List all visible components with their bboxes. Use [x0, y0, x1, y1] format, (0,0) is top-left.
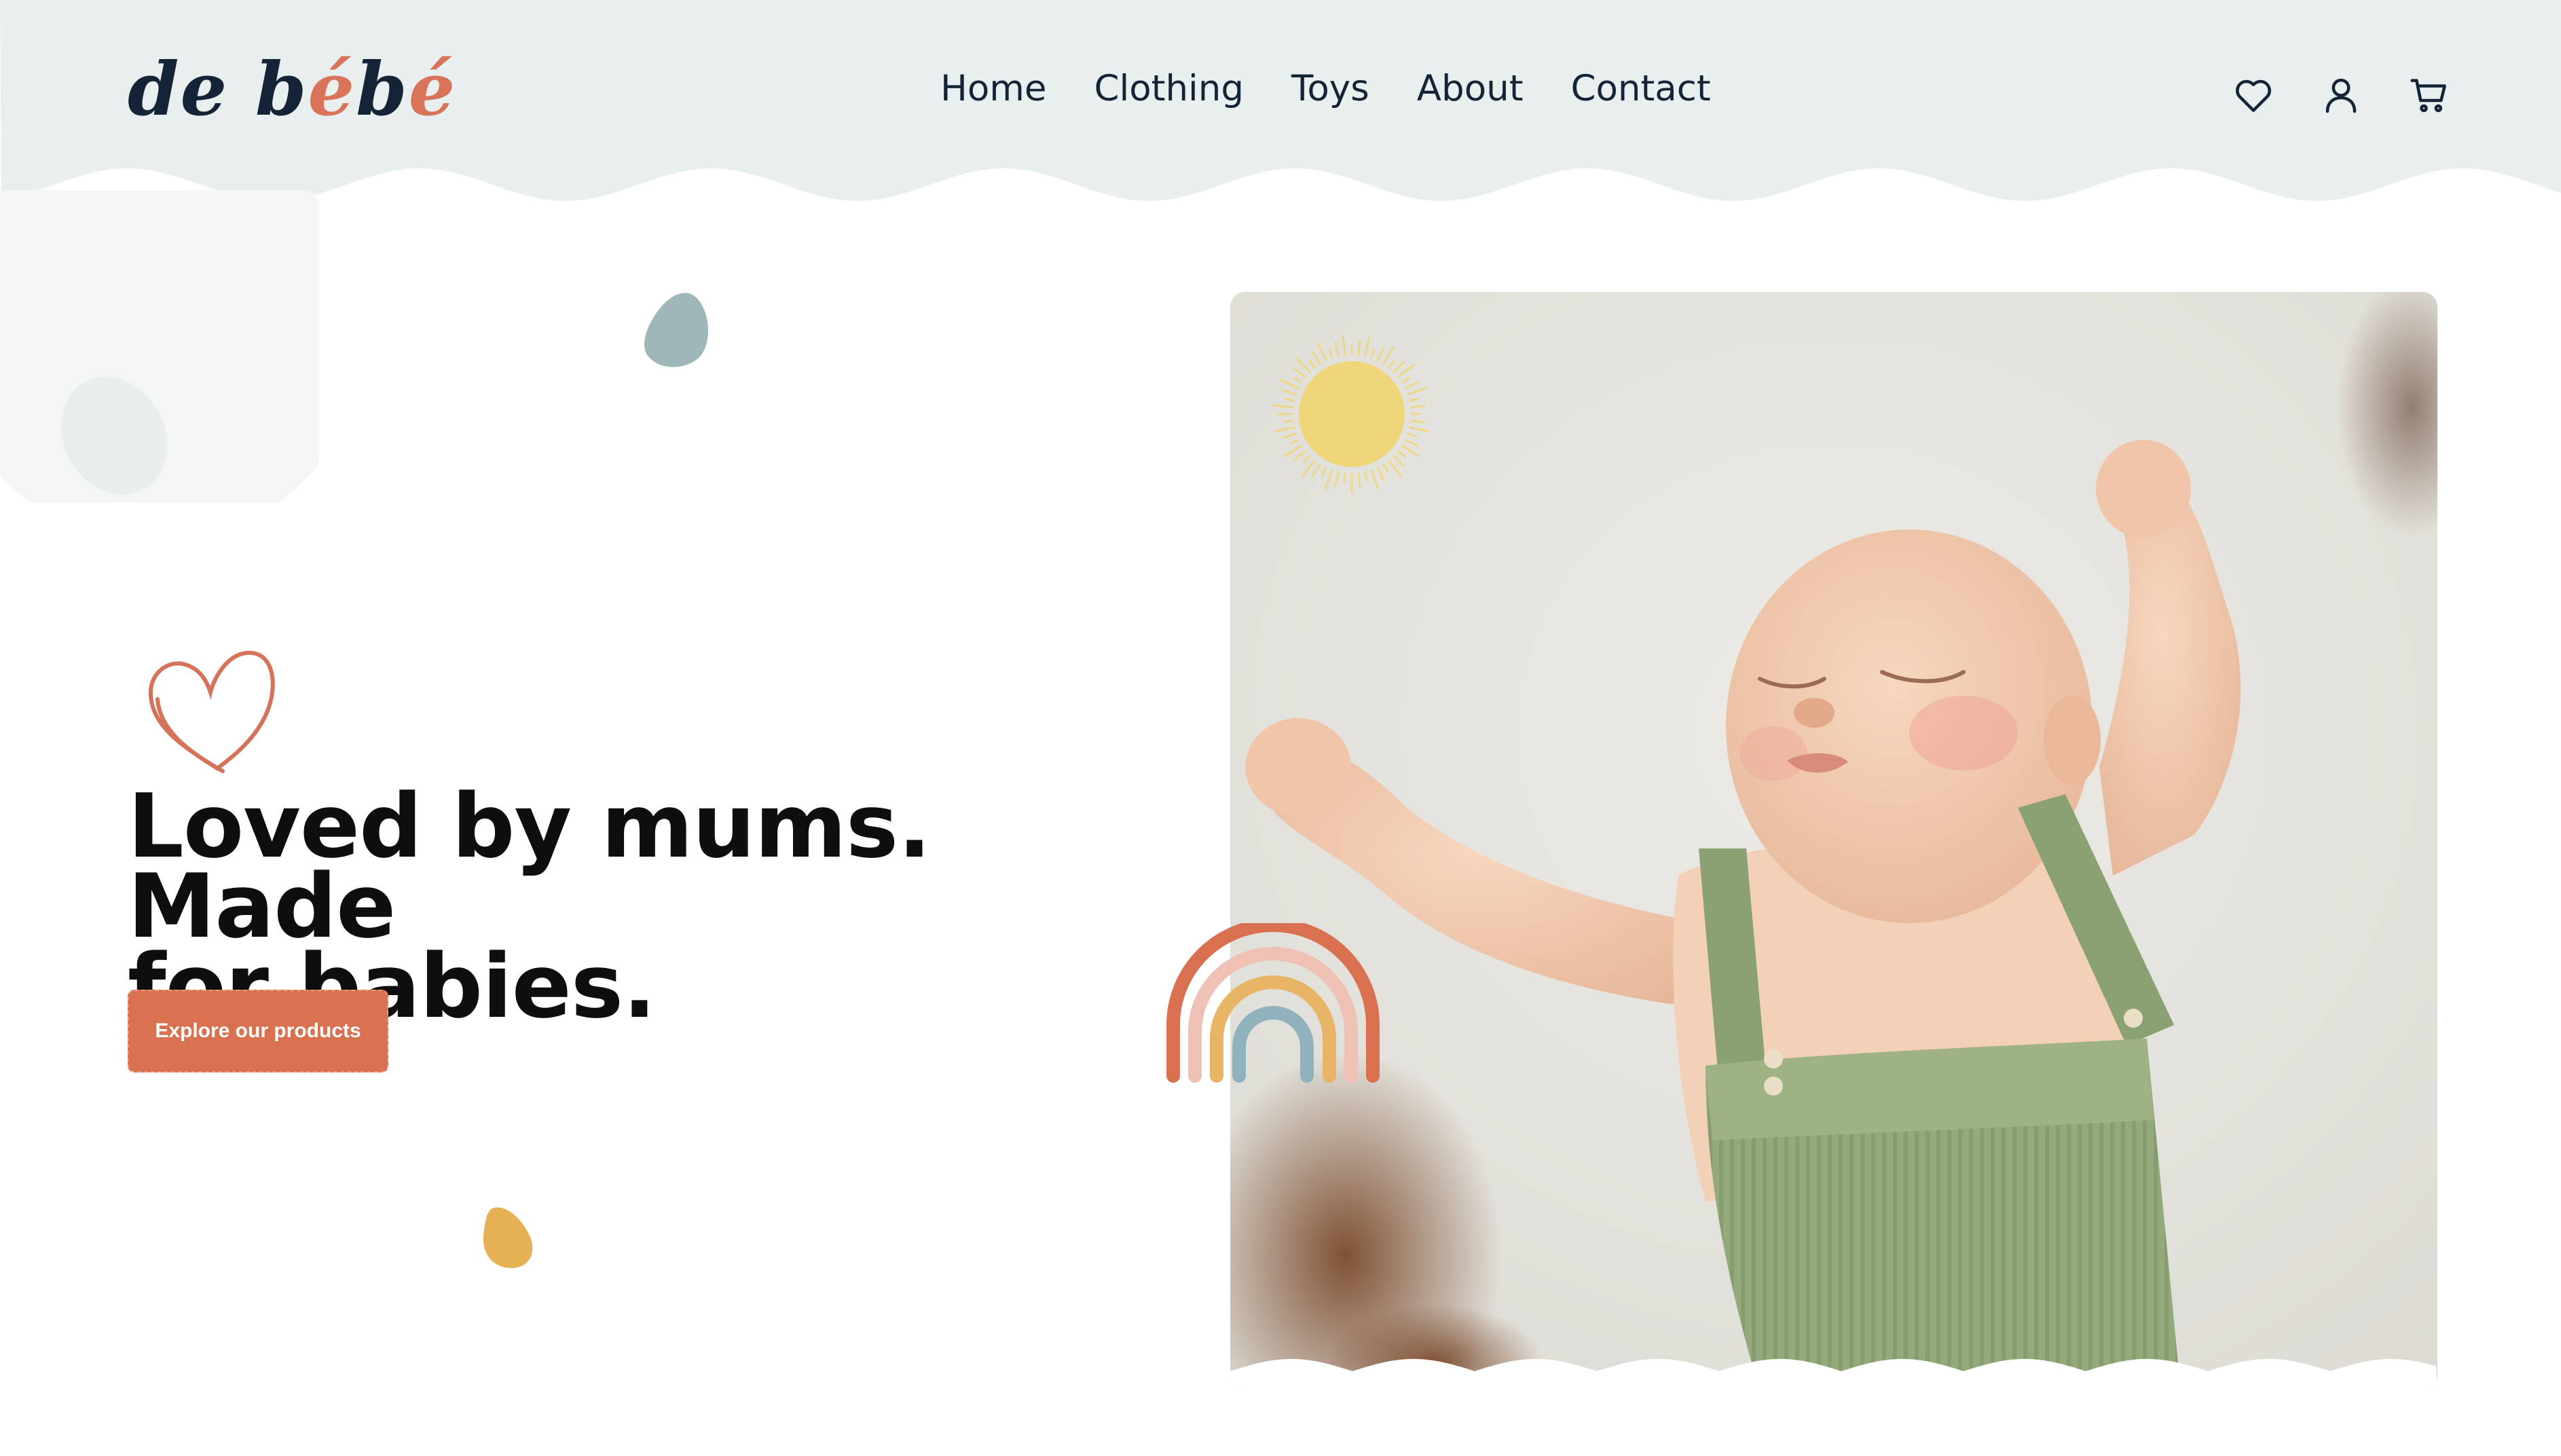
- sun-ray: [1302, 455, 1311, 464]
- nav-home[interactable]: Home: [940, 71, 1047, 107]
- cart-icon: [2410, 79, 2446, 113]
- brand-logo-accent-2: é: [408, 47, 457, 132]
- sun-ray: [1274, 426, 1295, 433]
- sun-ray: [1401, 377, 1411, 384]
- sun-ray: [1334, 341, 1340, 357]
- sun-icon: [1272, 335, 1430, 494]
- hero-headline-line-1: Loved by mums. Made: [128, 774, 932, 958]
- decorative-blob-teal: [644, 293, 709, 367]
- sun-ray: [1364, 471, 1368, 481]
- sun-ray: [1376, 466, 1385, 481]
- sun-ray: [1407, 432, 1417, 438]
- sun-ray: [1342, 335, 1346, 356]
- nav-about[interactable]: About: [1417, 71, 1524, 107]
- sun-ray: [1382, 346, 1395, 365]
- sun-ray: [1283, 419, 1294, 423]
- sun-ray: [1364, 336, 1371, 357]
- sun-ray: [1382, 464, 1389, 473]
- brand-logo-text-2: b: [356, 47, 409, 132]
- decorative-blob-mustard: [483, 1207, 533, 1269]
- user-icon: [2325, 78, 2357, 113]
- sun-ray: [1289, 438, 1300, 445]
- rainbow-icon: [1166, 923, 1380, 1083]
- sun-ray: [1393, 361, 1405, 373]
- sun-ray: [1357, 340, 1361, 356]
- brand-logo[interactable]: de bébé: [128, 53, 456, 126]
- sun-ray: [1397, 450, 1406, 458]
- account-button[interactable]: [2319, 73, 2363, 117]
- decorative-blob-grey: [61, 377, 167, 495]
- sun-ray: [1388, 460, 1402, 477]
- sun-ray: [1308, 360, 1316, 369]
- explore-products-button[interactable]: Explore our products: [128, 990, 388, 1072]
- hand-drawn-heart-icon: [148, 650, 275, 773]
- sun-ray: [1334, 471, 1340, 487]
- sun-ray: [1328, 349, 1333, 359]
- sun-ray: [1410, 405, 1426, 409]
- sun-ray: [1409, 398, 1419, 402]
- sun-ray: [1293, 367, 1306, 378]
- wishlist-button[interactable]: [2232, 73, 2275, 117]
- sun-ray: [1401, 445, 1420, 458]
- sun-ray: [1285, 398, 1295, 402]
- sun-ray: [1404, 438, 1419, 447]
- sun-ray: [1293, 377, 1302, 384]
- nav-contact[interactable]: Contact: [1571, 71, 1711, 107]
- main-nav: Home Clothing Toys About Contact: [940, 71, 1711, 107]
- sun-ray: [1325, 469, 1333, 489]
- sun-ray: [1343, 472, 1346, 483]
- brand-logo-accent: é: [308, 47, 356, 132]
- sun-ray: [1321, 466, 1327, 477]
- sun-ray: [1393, 455, 1405, 467]
- sun-ray: [1272, 404, 1294, 409]
- cart-button[interactable]: [2408, 73, 2451, 117]
- sun-ray: [1357, 472, 1361, 488]
- heart-icon: [2236, 79, 2271, 112]
- sun-ray: [1293, 450, 1306, 461]
- sun-ray: [1295, 357, 1311, 373]
- sun-ray: [1407, 387, 1427, 396]
- sun-ray: [1284, 445, 1302, 458]
- sun-ray: [1370, 469, 1379, 489]
- sun-ray: [1281, 388, 1297, 396]
- sun-ray: [1312, 351, 1321, 365]
- sun-ray: [1370, 349, 1376, 359]
- nav-toys[interactable]: Toys: [1291, 71, 1369, 107]
- brand-logo-text: de b: [128, 47, 308, 132]
- sun-ray: [1280, 379, 1300, 390]
- sun-ray: [1404, 381, 1419, 390]
- sun-ray: [1376, 347, 1385, 362]
- sun-ray: [1281, 432, 1297, 440]
- sun-ray: [1397, 364, 1415, 378]
- sun-ray: [1312, 464, 1321, 477]
- sun-ray: [1409, 426, 1430, 433]
- sun-ray: [1302, 460, 1316, 477]
- sun-ray: [1316, 342, 1327, 362]
- sun-ray: [1410, 419, 1426, 424]
- sun-ray: [1388, 360, 1395, 369]
- nav-clothing[interactable]: Clothing: [1094, 71, 1245, 107]
